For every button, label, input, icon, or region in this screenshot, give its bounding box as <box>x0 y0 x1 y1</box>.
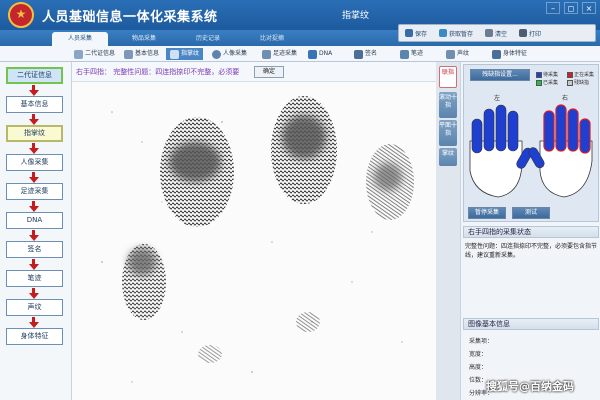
tab-compare[interactable]: 比对捉摘 <box>244 32 300 46</box>
hand-diagram-box: 残缺指设置... 待采集 正在采集 已采集 残缺指 左 右 暂停采集 测试 <box>463 64 599 222</box>
flow-step-voiceprint[interactable]: 声纹 <box>6 299 63 316</box>
voiceprint-icon <box>446 49 455 59</box>
pause-capture-button[interactable]: 暂停采集 <box>468 207 506 219</box>
capture-mode-tabs: 联指 滚动十指 平面十指 掌纹 <box>436 62 460 400</box>
flow-step-body-feature[interactable]: 身体特征 <box>6 328 63 345</box>
close-button[interactable]: × <box>582 2 596 14</box>
left-index-finger[interactable] <box>507 110 519 152</box>
subtab-signature[interactable]: 签名 <box>354 48 377 60</box>
right-index-finger[interactable] <box>543 110 555 152</box>
flow-step-id-card[interactable]: 二代证信息 <box>6 67 63 84</box>
vtab-palm[interactable]: 掌纹 <box>439 148 457 166</box>
capture-hint-text: 右手四指： 完整性问题：四连指捺印不完整，必须要 <box>76 68 240 76</box>
fingerprint-middle <box>271 96 337 204</box>
right-middle-finger[interactable] <box>555 104 567 152</box>
subtab-dna[interactable]: DNA <box>308 48 332 60</box>
confirm-button[interactable]: 确定 <box>254 66 284 78</box>
flow-step-basic-info[interactable]: 基本信息 <box>6 96 63 113</box>
finger-state-legend: 待采集 正在采集 已采集 残缺指 <box>536 71 596 87</box>
maximize-button[interactable]: ◻ <box>564 2 578 14</box>
dna-icon <box>308 49 317 59</box>
image-info-header: 图像基本信息 <box>463 318 599 330</box>
image-info-height: 高度： <box>469 364 488 371</box>
basic-info-icon <box>124 49 133 59</box>
portrait-icon <box>212 49 221 59</box>
flow-step-fingerprint[interactable]: 指掌纹 <box>6 125 63 142</box>
flow-step-signature[interactable]: 签名 <box>6 241 63 258</box>
collection-subtoolbar: 二代证信息 基本信息 指掌纹 人像采集 足迹采集 DNA 签名 笔迹 声纹 身体… <box>0 46 600 62</box>
watermark-text: 搜狐号@百纳金码 <box>486 380 574 393</box>
fingerprint-little <box>122 244 166 320</box>
flow-step-handwriting[interactable]: 笔迹 <box>6 270 63 287</box>
left-little-finger[interactable] <box>471 118 483 154</box>
flow-step-footprint[interactable]: 足迹采集 <box>6 183 63 200</box>
legend-captured: 已采集 <box>536 79 565 86</box>
legend-pending: 待采集 <box>536 71 565 78</box>
legend-missing: 残缺指 <box>567 79 596 86</box>
fingerprint-index <box>160 117 234 227</box>
missing-finger-settings-button[interactable]: 残缺指设置... <box>470 69 530 81</box>
fingerprint-ring <box>366 144 414 220</box>
capture-status-text: 完整性问题：四连指捺印不完整，必须要包含指节线，建议重新采集。 <box>465 243 598 259</box>
tab-person-collection[interactable]: 人员采集 <box>52 32 108 46</box>
capture-status-header: 右手四指的采集状态 <box>463 226 599 238</box>
handwriting-icon <box>400 49 409 59</box>
window-title: 指掌纹 <box>342 11 370 21</box>
signature-icon <box>354 49 363 59</box>
subtab-basic-info[interactable]: 基本信息 <box>124 48 159 60</box>
app-title: 人员基础信息一体化采集系统 <box>42 10 218 25</box>
flow-step-portrait[interactable]: 人像采集 <box>6 154 63 171</box>
fingerprint-image <box>72 82 436 400</box>
image-info-width: 宽度： <box>469 351 488 358</box>
subtab-portrait[interactable]: 人像采集 <box>212 48 247 60</box>
test-button[interactable]: 测试 <box>512 207 550 219</box>
subtab-handwriting[interactable]: 笔迹 <box>400 48 423 60</box>
subtab-footprint[interactable]: 足迹采集 <box>262 48 297 60</box>
subtab-id-card[interactable]: 二代证信息 <box>74 48 115 60</box>
tab-item-collection[interactable]: 物品采集 <box>116 32 172 46</box>
subtab-fingerprint[interactable]: 指掌纹 <box>166 48 204 60</box>
right-ring-finger[interactable] <box>567 108 579 152</box>
fingerprint-scan-svg <box>101 96 414 383</box>
action-toolbar: 保存 获取暂存 清空 打印 <box>398 24 596 42</box>
hands-diagram <box>469 104 593 198</box>
capture-hint-bar: 右手四指： 完整性问题：四连指捺印不完整，必须要 确定 <box>72 62 436 82</box>
vtab-flat-ten[interactable]: 平面十指 <box>439 120 457 146</box>
id-card-icon <box>74 49 83 59</box>
footprint-icon <box>262 49 271 59</box>
image-info-item: 采集项： <box>469 338 494 345</box>
collection-flow-nav: 二代证信息 基本信息 指掌纹 人像采集 足迹采集 DNA 签名 笔迹 声纹 身体… <box>0 62 72 400</box>
tab-history[interactable]: 历史记录 <box>180 32 236 46</box>
window-controls: – ◻ × <box>546 2 596 14</box>
subtab-voiceprint[interactable]: 声纹 <box>446 48 469 60</box>
right-little-finger[interactable] <box>579 118 591 154</box>
vtab-rolled-ten[interactable]: 滚动十指 <box>439 92 457 118</box>
image-info-depth: 位数： <box>469 377 488 384</box>
save-icon <box>405 29 413 37</box>
fetch-icon <box>439 29 448 37</box>
finger-status-panel: 残缺指设置... 待采集 正在采集 已采集 残缺指 左 右 暂停采集 测试 右手… <box>460 62 600 400</box>
flow-step-dna[interactable]: DNA <box>6 212 63 229</box>
police-badge-logo: ★ <box>8 2 34 28</box>
clear-icon <box>485 29 494 37</box>
capture-area: 右手四指： 完整性问题：四连指捺印不完整，必须要 确定 <box>72 62 436 400</box>
fingerprint-icon <box>170 49 179 59</box>
knuckle-marks <box>198 312 320 363</box>
subtab-body-feature[interactable]: 身体特征 <box>492 48 527 60</box>
save-button[interactable]: 保存 <box>399 29 433 38</box>
minimize-button[interactable]: – <box>546 2 560 14</box>
left-middle-finger[interactable] <box>495 104 507 152</box>
print-icon <box>519 29 528 37</box>
fetch-temp-button[interactable]: 获取暂存 <box>433 29 479 38</box>
print-button[interactable]: 打印 <box>513 29 547 38</box>
left-ring-finger[interactable] <box>483 108 495 152</box>
body-feature-icon <box>492 49 501 59</box>
clear-button[interactable]: 清空 <box>479 29 513 38</box>
vtab-joint-finger[interactable]: 联指 <box>439 66 457 88</box>
legend-capturing: 正在采集 <box>567 71 596 78</box>
